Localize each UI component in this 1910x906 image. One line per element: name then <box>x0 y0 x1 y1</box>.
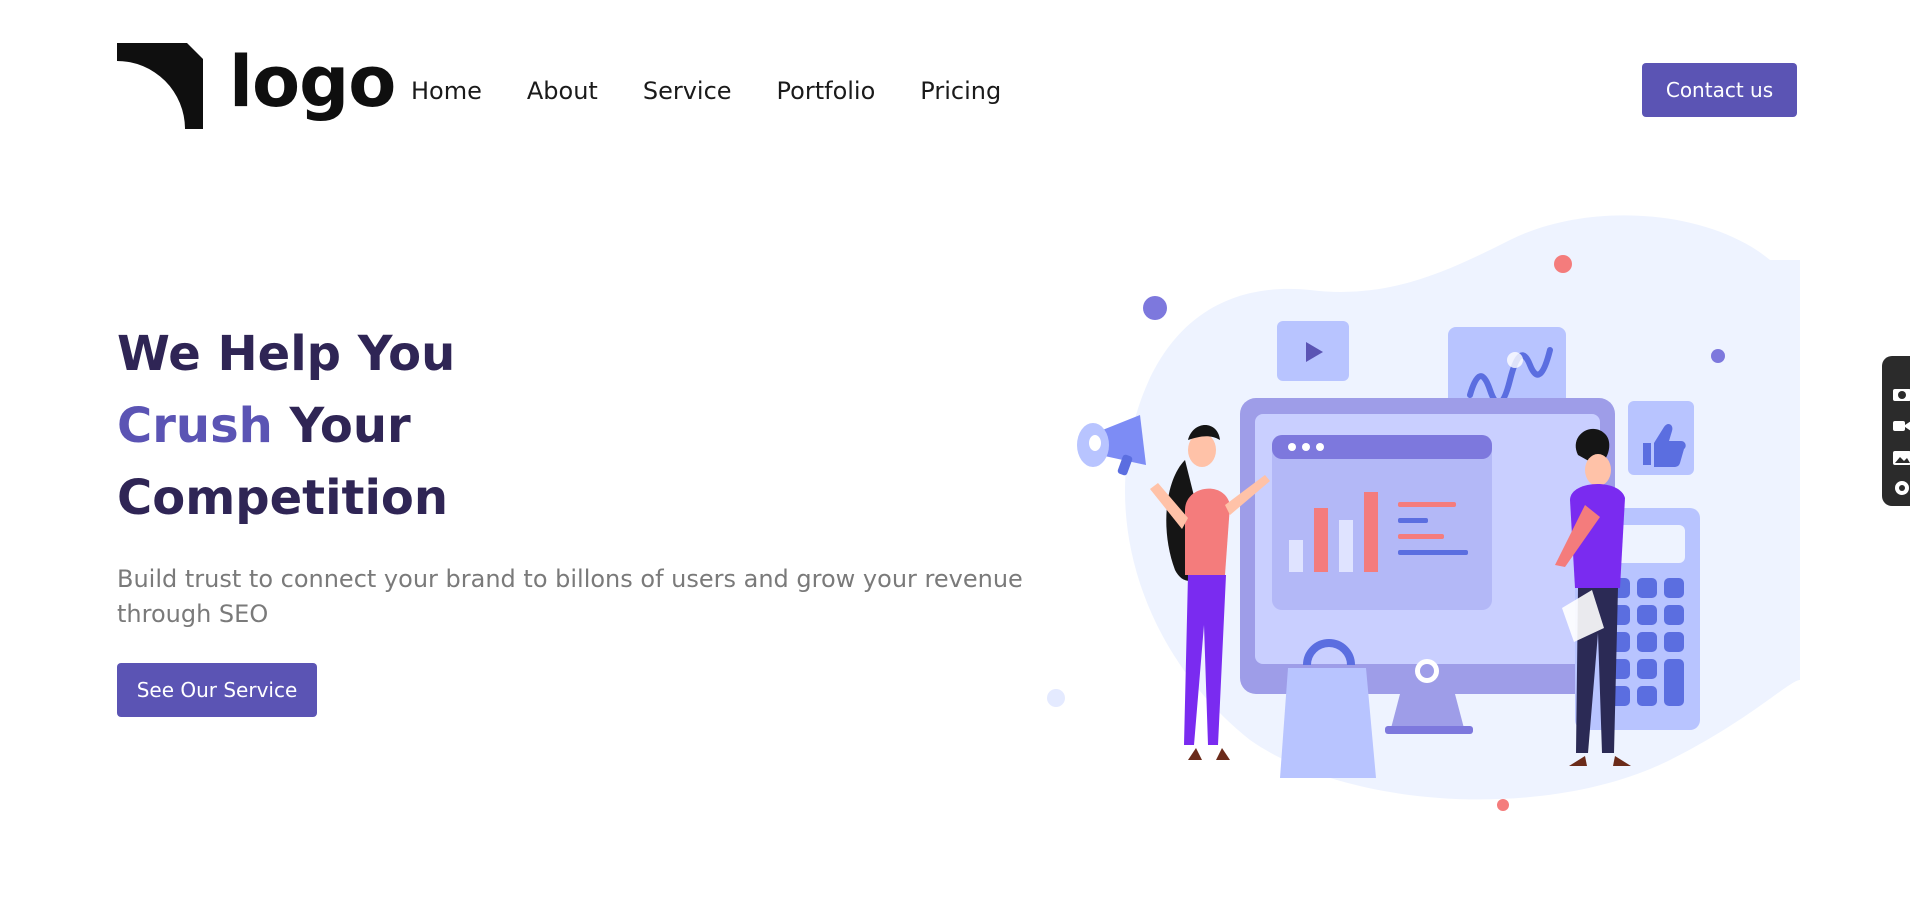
camera-icon[interactable] <box>1892 386 1910 402</box>
nav-service[interactable]: Service <box>643 74 732 108</box>
video-icon[interactable] <box>1892 418 1910 434</box>
side-toolbar <box>1882 356 1910 506</box>
hero-title: We Help You Crush Your Competition <box>117 318 455 534</box>
decor-dot <box>1554 255 1572 273</box>
logo-text: logo <box>229 41 396 123</box>
decor-dot <box>1711 349 1725 363</box>
play-icon <box>1277 321 1349 381</box>
nav-about[interactable]: About <box>527 74 598 108</box>
hero-title-line3: Competition <box>117 470 449 526</box>
hero-title-accent: Crush <box>117 398 273 454</box>
image-icon[interactable] <box>1892 450 1910 466</box>
nav-home[interactable]: Home <box>411 74 482 108</box>
main-nav: Home About Service Portfolio Pricing <box>411 74 1046 108</box>
contact-us-button[interactable]: Contact us <box>1642 63 1797 117</box>
see-our-service-button[interactable]: See Our Service <box>117 663 317 717</box>
logo[interactable]: logo <box>117 41 396 129</box>
gear-icon[interactable] <box>1892 480 1910 496</box>
decor-dot <box>1047 689 1065 707</box>
hero-illustration <box>1047 215 1800 811</box>
decor-dot <box>1143 296 1167 320</box>
thumbs-up-icon <box>1628 401 1694 475</box>
nav-portfolio[interactable]: Portfolio <box>777 74 876 108</box>
nav-pricing[interactable]: Pricing <box>920 74 1001 108</box>
logo-mark-icon <box>117 43 203 129</box>
decor-dot <box>1497 799 1509 811</box>
hero-description: Build trust to connect your brand to bil… <box>117 565 1023 628</box>
hero-title-line2: Your <box>272 398 411 454</box>
hero-title-line1: We Help You <box>117 326 456 382</box>
